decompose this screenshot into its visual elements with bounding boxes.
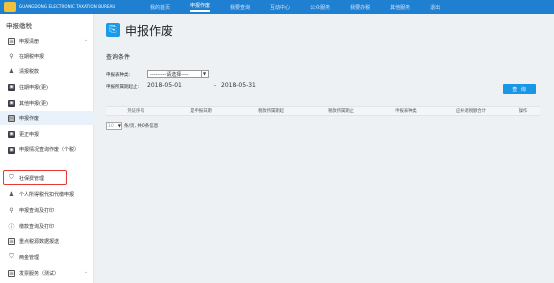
- sidebar-title: 申报缴税: [6, 22, 32, 30]
- period-label: 申报所属期起止:: [106, 85, 140, 90]
- search-icon: ⚲: [9, 206, 14, 214]
- sidebar-item-label: 缴款查询及打印: [19, 223, 55, 230]
- box-icon: ▣: [8, 130, 15, 138]
- sidebar-item-label: 申报查询及打印: [19, 207, 55, 214]
- sidebar-item-withholding[interactable]: ♟ 个人所得税代扣代缴申报: [0, 187, 94, 201]
- column-header: 操作: [518, 109, 528, 114]
- brand[interactable]: GUANGDONG ELECTRONIC TAXATION BUREAU: [4, 0, 115, 14]
- sidebar-item-label: 在期税申报: [19, 53, 45, 60]
- sidebar-item-label: 清报税款: [19, 68, 40, 75]
- chevron-down-icon: ▼: [117, 123, 121, 128]
- chevron-down-icon: ⌄: [83, 269, 88, 275]
- person-icon: ♟: [8, 190, 15, 198]
- column-header: 凭证序号: [127, 109, 145, 114]
- list-icon: ≡: [8, 237, 15, 245]
- top-nav-item[interactable]: 公众服务: [310, 4, 330, 11]
- top-nav-item[interactable]: 退出: [430, 4, 440, 11]
- query-button[interactable]: 查 询: [503, 84, 536, 94]
- sidebar-item-tax-clear[interactable]: ♟ 清报税款: [0, 64, 94, 78]
- page-size-value: 10: [108, 123, 114, 129]
- top-nav-item[interactable]: 互动中心: [270, 4, 290, 11]
- date-to-input[interactable]: 2018-05-31: [221, 82, 256, 89]
- sidebar-item-void[interactable]: ▤ 申报作废: [0, 111, 94, 125]
- sidebar-item-query-print[interactable]: ⚲ 申报查询及打印: [0, 203, 94, 217]
- sidebar-item-label: 个人所得税代扣代缴申报: [19, 191, 75, 198]
- type-select[interactable]: ---------请选择---- ▼: [147, 70, 209, 78]
- pager-info: 条/页, 共0条信息: [124, 124, 159, 129]
- top-nav-item[interactable]: 我要办税: [350, 4, 370, 11]
- top-nav-item[interactable]: 我要查询: [230, 4, 250, 11]
- chevron-down-icon: ⌄: [83, 37, 88, 43]
- list-icon: ≡: [8, 269, 15, 277]
- column-header: 税款所属期起: [258, 109, 284, 114]
- column-header: 申报表种类: [395, 109, 417, 114]
- top-bar: GUANGDONG ELECTRONIC TAXATION BUREAU 我的首…: [0, 0, 554, 14]
- box-icon: ▣: [8, 99, 15, 107]
- person-icon: ♟: [8, 67, 15, 75]
- section-label: 查询条件: [106, 54, 131, 61]
- box-icon: ▣: [8, 147, 15, 154]
- sidebar-item-label: 两金管理: [19, 254, 40, 261]
- box-icon: ▣: [8, 83, 15, 91]
- sidebar-item-query-void[interactable]: ▣ 申报情况查询作废（个税）: [0, 142, 94, 166]
- sidebar-item-label: 更正申报: [19, 131, 40, 138]
- top-nav-item[interactable]: 其他服务: [390, 4, 410, 11]
- highlight-box: [3, 170, 67, 185]
- select-value: ---------请选择----: [150, 71, 189, 78]
- list-icon: ≡: [8, 37, 15, 45]
- sidebar: 申报缴税 ≡ 申报清册 ⌄ ⚲ 在期税申报 ♟ 清报税款 ▣ 往期申报(更) ▣…: [0, 14, 94, 283]
- page-size-select[interactable]: 10 ▼: [106, 122, 122, 130]
- logo-icon: [4, 2, 16, 12]
- date-from-input[interactable]: 2018-05-01: [147, 82, 182, 89]
- sidebar-item-label: 重点税源数据报送: [19, 238, 60, 245]
- search-icon: ⚲: [9, 52, 14, 60]
- date-separator: -: [214, 82, 217, 89]
- sidebar-item-other[interactable]: ▣ 其他申报(更): [0, 96, 94, 110]
- sidebar-item-label: 其他申报(更): [19, 100, 48, 107]
- sidebar-item-correct[interactable]: ▣ 更正申报: [0, 127, 94, 141]
- sidebar-item-label: 申报清册: [19, 38, 40, 45]
- column-header: 应补退税额合计: [455, 109, 487, 114]
- sidebar-item-key-tax-source[interactable]: ≡ 重点税源数据报送: [0, 234, 94, 248]
- sidebar-item-payment-print[interactable]: ⓘ 缴款查询及打印: [0, 219, 94, 233]
- document-icon: ▤: [8, 114, 15, 122]
- chevron-down-icon: ▼: [201, 71, 207, 77]
- info-icon: ⓘ: [8, 223, 15, 231]
- document-icon: ⎘: [106, 23, 120, 37]
- sidebar-item-invoice[interactable]: ≡ 发票服务（测试） ⌄: [0, 266, 94, 280]
- shield-icon: ⛉: [9, 253, 14, 260]
- sidebar-item-label: 申报作废: [19, 115, 40, 122]
- column-header: 税款所属期止: [328, 109, 354, 114]
- sidebar-item-two-funds[interactable]: ⛉ 两金管理: [0, 250, 94, 264]
- sidebar-item-past-period[interactable]: ▣ 往期申报(更): [0, 80, 94, 94]
- sidebar-item-label: 发票服务（测试）: [19, 270, 60, 277]
- top-nav-item-active[interactable]: 申报作废: [190, 2, 211, 12]
- sidebar-item-current-period[interactable]: ⚲ 在期税申报: [0, 49, 94, 63]
- page-title: 申报作废: [125, 24, 174, 38]
- brand-name: GUANGDONG ELECTRONIC TAXATION BUREAU: [19, 4, 116, 9]
- sidebar-item-label: 申报情况查询作废（个税）: [19, 147, 80, 153]
- top-navigation: 我的首页 申报作废 我要查询 互动中心 公众服务 我要办税 其他服务 退出: [150, 0, 440, 14]
- sidebar-item-label: 往期申报(更): [19, 84, 48, 91]
- top-nav-item[interactable]: 我的首页: [150, 4, 170, 11]
- sidebar-item-declaration-list[interactable]: ≡ 申报清册 ⌄: [0, 34, 94, 48]
- type-label: 申报表种类:: [106, 73, 131, 78]
- column-header: 是申报日期: [190, 109, 212, 114]
- main-content: ⎘ 申报作废 查询条件 申报表种类: ---------请选择---- ▼ 申报…: [98, 14, 554, 283]
- table-header: 凭证序号 是申报日期 税款所属期起 税款所属期止 申报表种类 应补退税额合计 操…: [106, 106, 540, 116]
